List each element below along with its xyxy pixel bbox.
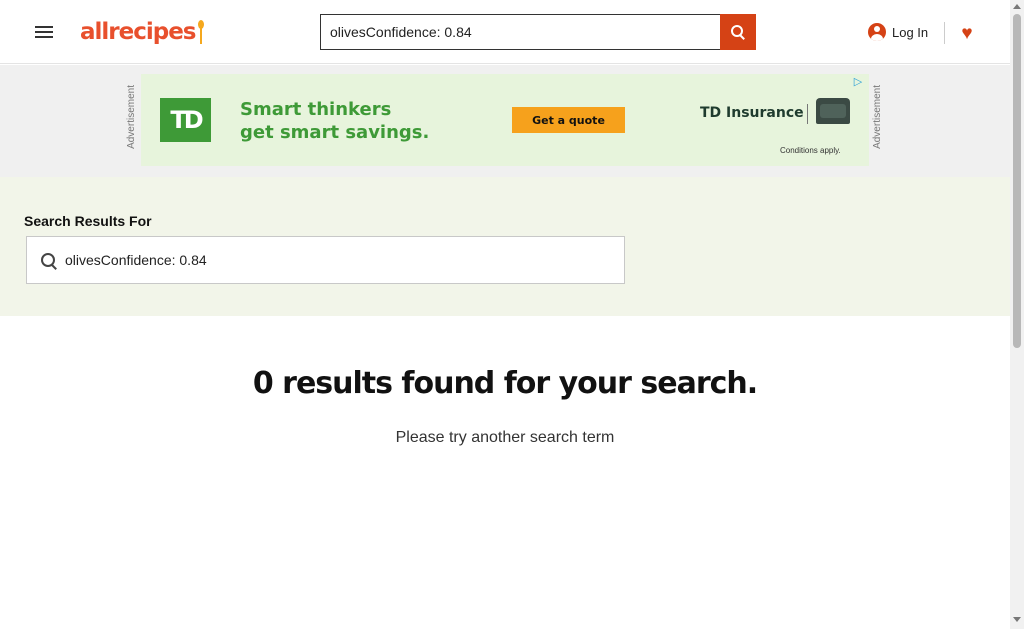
header-search [320, 14, 756, 50]
ad-headline-line2: get smart savings. [240, 122, 430, 143]
ad-headline-line1: Smart thinkers [240, 99, 392, 120]
ad-label-left: Advertisement [126, 85, 137, 149]
scrollbar-thumb[interactable] [1013, 14, 1021, 348]
logo-text: allrecipes [80, 19, 197, 45]
login-label: Log In [892, 24, 929, 40]
heart-icon: ♥ [961, 22, 973, 44]
search-results-heading: Search Results For [24, 213, 152, 229]
ad-label-right: Advertisement [872, 85, 883, 149]
menu-button[interactable] [30, 18, 58, 46]
ad-brand-divider [807, 104, 808, 124]
site-logo[interactable]: allrecipes [80, 16, 204, 48]
hamburger-icon [35, 26, 53, 38]
ad-brand: TD Insurance [700, 105, 804, 121]
chair-icon [816, 98, 850, 124]
no-results-subtitle: Please try another search term [395, 429, 615, 446]
search-icon [731, 25, 745, 39]
spoon-icon [197, 20, 204, 44]
ad-fine-print: Conditions apply. [780, 146, 841, 155]
advertisement-banner[interactable]: ▷ TD Smart thinkers get smart savings. G… [141, 74, 869, 166]
site-header: allrecipes Log In ♥ [0, 0, 1010, 64]
ad-cta-button[interactable]: Get a quote [512, 107, 625, 133]
no-results-title: 0 results found for your search. [252, 366, 758, 401]
results-search-box [26, 236, 625, 284]
page: allrecipes Log In ♥ Advertisement ▷ TD S… [0, 0, 1024, 629]
user-icon [868, 23, 886, 41]
adchoices-icon[interactable]: ▷ [851, 76, 865, 88]
ad-band: Advertisement ▷ TD Smart thinkers get sm… [0, 65, 1010, 177]
scroll-up-icon[interactable] [1013, 4, 1021, 9]
saved-recipes-button[interactable]: ♥ [956, 22, 978, 44]
sponsor-logo: TD [160, 98, 211, 142]
ad-headline: Smart thinkers get smart savings. [240, 98, 429, 144]
results-search-input[interactable] [65, 237, 615, 283]
search-results-band: Search Results For [0, 177, 1010, 316]
header-divider [944, 22, 945, 44]
page-scrollbar[interactable] [1010, 0, 1024, 629]
login-link[interactable]: Log In [868, 20, 928, 44]
search-button[interactable] [720, 14, 756, 50]
scroll-down-icon[interactable] [1013, 617, 1021, 622]
search-icon[interactable] [41, 253, 57, 269]
search-input[interactable] [320, 14, 720, 50]
